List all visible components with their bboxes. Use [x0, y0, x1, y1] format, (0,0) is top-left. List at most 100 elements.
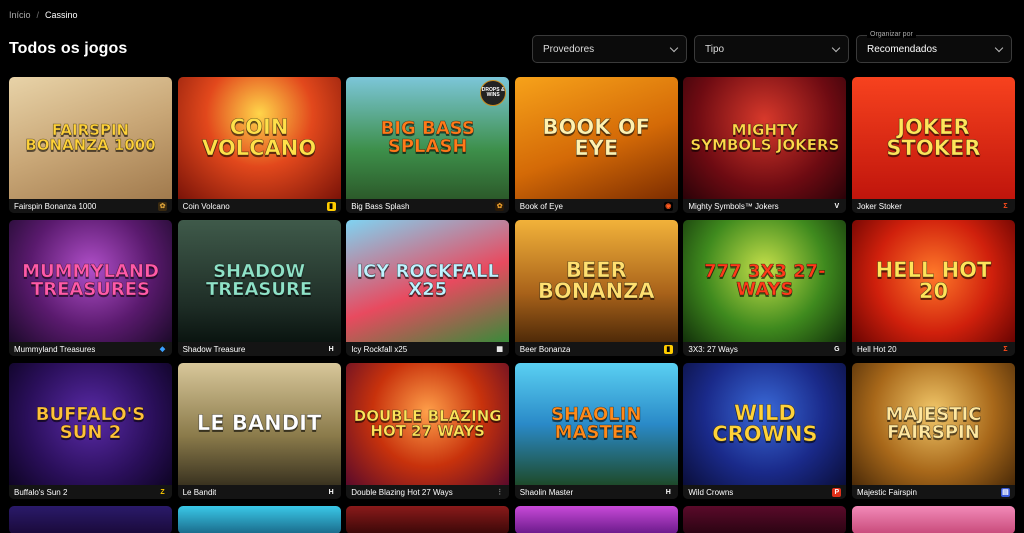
game-card-footer: Shaolin Master H	[514, 485, 678, 499]
game-name: Big Bass Splash	[351, 201, 410, 211]
provider-logo-icon: Σ	[1000, 201, 1010, 211]
game-thumbnail[interactable]: MUMMYLAND TREASURES	[9, 220, 172, 342]
provider-logo-icon: ◆	[158, 344, 167, 354]
breadcrumb-separator: /	[36, 10, 40, 20]
provider-logo-icon: ▤	[1000, 487, 1010, 497]
game-logo: BEER BONANZA	[537, 257, 655, 303]
game-card[interactable]: LE BANDIT Le Bandit H	[177, 363, 341, 499]
provider-logo-icon: ✿	[158, 201, 167, 211]
provider-logo-icon: ▮	[326, 201, 336, 211]
game-card[interactable]: BIG BASS SPLASH DROPS & WINS Big Bass Spla…	[346, 77, 510, 213]
provider-logo-icon: P	[832, 487, 842, 497]
game-card-footer: Icy Rockfall x25 ▦	[346, 342, 510, 356]
game-card[interactable]: BUFFALO'S SUN 2 Buffalo's Sun 2 Z	[9, 363, 172, 499]
provider-logo-icon: Σ	[1000, 344, 1010, 354]
game-card[interactable]: SHADOW TREASURE Shadow Treasure H	[177, 220, 341, 356]
game-logo: COIN VOLCANO	[201, 114, 317, 160]
provider-logo-icon: ▮	[663, 344, 673, 354]
game-thumbnail[interactable]: DOUBLE BLAZING HOT 27 WAYS	[346, 363, 510, 485]
game-logo: MIGHTY SYMBOLS JOKERS	[690, 120, 840, 154]
game-thumbnail[interactable]: LE BANDIT	[177, 363, 341, 485]
game-thumbnail[interactable]: 777 3X3 27-WAYS	[683, 220, 847, 342]
game-thumbnail[interactable]: SHAOLIN MASTER	[514, 363, 678, 485]
game-logo: SHADOW TREASURE	[206, 260, 313, 300]
game-name: Hell Hot 20	[856, 344, 897, 354]
game-thumbnail[interactable]: WILD CROWNS	[683, 363, 847, 485]
game-thumbnail[interactable]: ICY ROCKFALL X25	[346, 220, 510, 342]
game-card[interactable]: BOOK OF EYE Book of Eye ◉	[514, 77, 678, 213]
provider-logo-icon: Z	[158, 487, 167, 497]
game-thumbnail[interactable]: MIGHTY SYMBOLS JOKERS	[683, 77, 847, 199]
chevron-down-icon	[831, 43, 841, 53]
game-card[interactable]	[683, 506, 847, 533]
provider-logo-icon: ▦	[495, 344, 505, 354]
game-card[interactable]: FAIRSPIN BONANZA 1000 Fairspin Bonanza 10…	[9, 77, 172, 213]
breadcrumb: Início / Cassino	[9, 10, 78, 20]
game-name: Shadow Treasure	[182, 344, 246, 354]
breadcrumb-current: Cassino	[45, 10, 78, 20]
providers-select[interactable]: Provedores	[532, 35, 687, 63]
game-name: Majestic Fairspin	[856, 487, 917, 497]
game-card[interactable]	[851, 506, 1015, 533]
provider-logo-icon: H	[663, 487, 673, 497]
game-thumbnail[interactable]: BEER BONANZA	[514, 220, 678, 342]
type-select[interactable]: Tipo	[694, 35, 849, 63]
game-thumbnail[interactable]: BIG BASS SPLASH DROPS & WINS	[346, 77, 510, 199]
game-thumbnail[interactable]: HELL HOT 20	[851, 220, 1015, 342]
game-card-footer: Double Blazing Hot 27 Ways ⋮	[346, 485, 510, 499]
game-card[interactable]	[9, 506, 172, 533]
game-logo: WILD CROWNS	[712, 400, 818, 446]
game-card-footer: Buffalo's Sun 2 Z	[9, 485, 172, 499]
game-thumbnail[interactable]: BOOK OF EYE	[514, 77, 678, 199]
drops-wins-badge: DROPS & WINS	[480, 80, 507, 106]
game-logo: DOUBLE BLAZING HOT 27 WAYS	[353, 406, 502, 440]
game-thumbnail[interactable]: MAJESTIC FAIRSPIN	[851, 363, 1015, 485]
game-card[interactable]: MAJESTIC FAIRSPIN Majestic Fairspin ▤	[851, 363, 1015, 499]
chevron-down-icon	[669, 43, 679, 53]
game-thumbnail[interactable]: COIN VOLCANO	[177, 77, 341, 199]
provider-logo-icon: ◉	[663, 201, 673, 211]
game-name: Double Blazing Hot 27 Ways	[351, 487, 453, 497]
game-card-footer: Fairspin Bonanza 1000 ✿	[9, 199, 172, 213]
game-thumbnail[interactable]: JOKER STOKER	[851, 77, 1015, 199]
game-card[interactable]: MIGHTY SYMBOLS JOKERS Mighty Symbols™ Jok…	[683, 77, 847, 213]
game-card-footer: Book of Eye ◉	[514, 199, 678, 213]
game-name: Le Bandit	[182, 487, 217, 497]
game-card[interactable]: ICY ROCKFALL X25 Icy Rockfall x25 ▦	[346, 220, 510, 356]
game-card-footer: 3X3: 27 Ways G	[683, 342, 847, 356]
chevron-down-icon	[994, 43, 1004, 53]
provider-logo-icon: G	[832, 344, 842, 354]
game-card[interactable]: COIN VOLCANO Coin Volcano ▮	[177, 77, 341, 213]
game-name: Shaolin Master	[519, 487, 574, 497]
game-card[interactable]: WILD CROWNS Wild Crowns P	[683, 363, 847, 499]
game-card[interactable]: HELL HOT 20 Hell Hot 20 Σ	[851, 220, 1015, 356]
game-card-footer: Shadow Treasure H	[177, 342, 341, 356]
game-name: Coin Volcano	[182, 201, 230, 211]
game-card[interactable]: BEER BONANZA Beer Bonanza ▮	[514, 220, 678, 356]
game-name: Buffalo's Sun 2	[14, 487, 68, 497]
game-logo: HELL HOT 20	[875, 257, 992, 303]
game-card[interactable]: MUMMYLAND TREASURES Mummyland Treasures ◆	[9, 220, 172, 356]
filter-bar: Provedores Tipo Organizar por Recomendad…	[532, 31, 1012, 63]
game-thumbnail[interactable]: FAIRSPIN BONANZA 1000	[9, 77, 172, 199]
game-card[interactable]	[346, 506, 510, 533]
sort-select[interactable]: Organizar por Recomendados	[856, 31, 1012, 63]
game-thumbnail[interactable]: BUFFALO'S SUN 2	[9, 363, 172, 485]
game-card[interactable]	[177, 506, 341, 533]
game-card-footer: Hell Hot 20 Σ	[851, 342, 1015, 356]
game-card[interactable]	[514, 506, 678, 533]
game-card[interactable]: JOKER STOKER Joker Stoker Σ	[851, 77, 1015, 213]
games-grid: FAIRSPIN BONANZA 1000 Fairspin Bonanza 10…	[9, 77, 1015, 533]
game-card[interactable]: DOUBLE BLAZING HOT 27 WAYS Double Blazing…	[346, 363, 510, 499]
game-thumbnail[interactable]: SHADOW TREASURE	[177, 220, 341, 342]
breadcrumb-home-link[interactable]: Início	[9, 10, 31, 20]
game-card-footer: Mummyland Treasures ◆	[9, 342, 172, 356]
game-name: Icy Rockfall x25	[351, 344, 408, 354]
game-card-footer: Big Bass Splash ✿	[346, 199, 510, 213]
game-logo: LE BANDIT	[196, 411, 322, 436]
provider-logo-icon: V	[832, 201, 842, 211]
game-card[interactable]: SHAOLIN MASTER Shaolin Master H	[514, 363, 678, 499]
game-card[interactable]: 777 3X3 27-WAYS 3X3: 27 Ways G	[683, 220, 847, 356]
game-logo: 777 3X3 27-WAYS	[704, 260, 826, 300]
game-logo: ICY ROCKFALL X25	[356, 260, 499, 300]
